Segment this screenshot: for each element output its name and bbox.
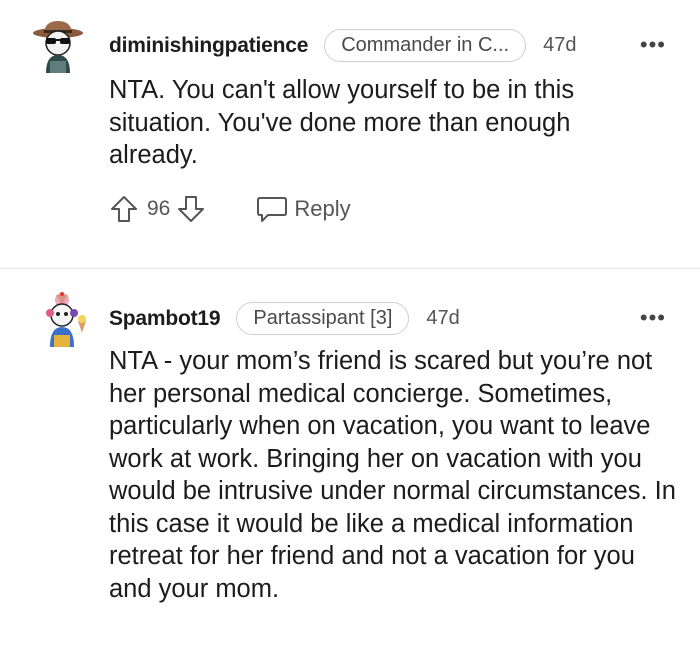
sunglasses-cowboy-avatar-icon[interactable] [30,17,86,73]
more-options-icon[interactable]: ••• [640,34,666,56]
reply-label: Reply [294,196,351,221]
comment-bubble-icon [256,194,288,224]
comment-body: NTA - your mom’s friend is scared but yo… [109,347,676,603]
upvote-icon[interactable] [109,194,139,224]
more-options-icon[interactable]: ••• [640,307,666,329]
username[interactable]: diminishingpatience [109,34,308,58]
user-flair: Commander in C... [324,29,527,62]
comment: Spambot19 Partassipant [3] 47d ••• NTA -… [0,269,700,647]
vote-score: 96 [147,197,171,220]
comment: diminishingpatience Commander in C... 47… [0,0,700,268]
comment-age: 47d [426,307,460,329]
comment-meta: diminishingpatience Commander in C... 47… [109,29,576,62]
comment-meta: Spambot19 Partassipant [3] 47d [109,302,460,335]
comment-actions: 96 Reply [109,194,351,224]
downvote-icon[interactable] [176,194,206,224]
user-flair: Partassipant [3] [236,302,410,335]
username[interactable]: Spambot19 [109,307,221,331]
comment-body: NTA. You can't allow yourself to be in t… [109,76,575,169]
comment-age: 47d [543,34,577,56]
reply-button[interactable]: Reply [256,194,351,224]
ice-cream-avatar-icon[interactable] [34,291,90,347]
